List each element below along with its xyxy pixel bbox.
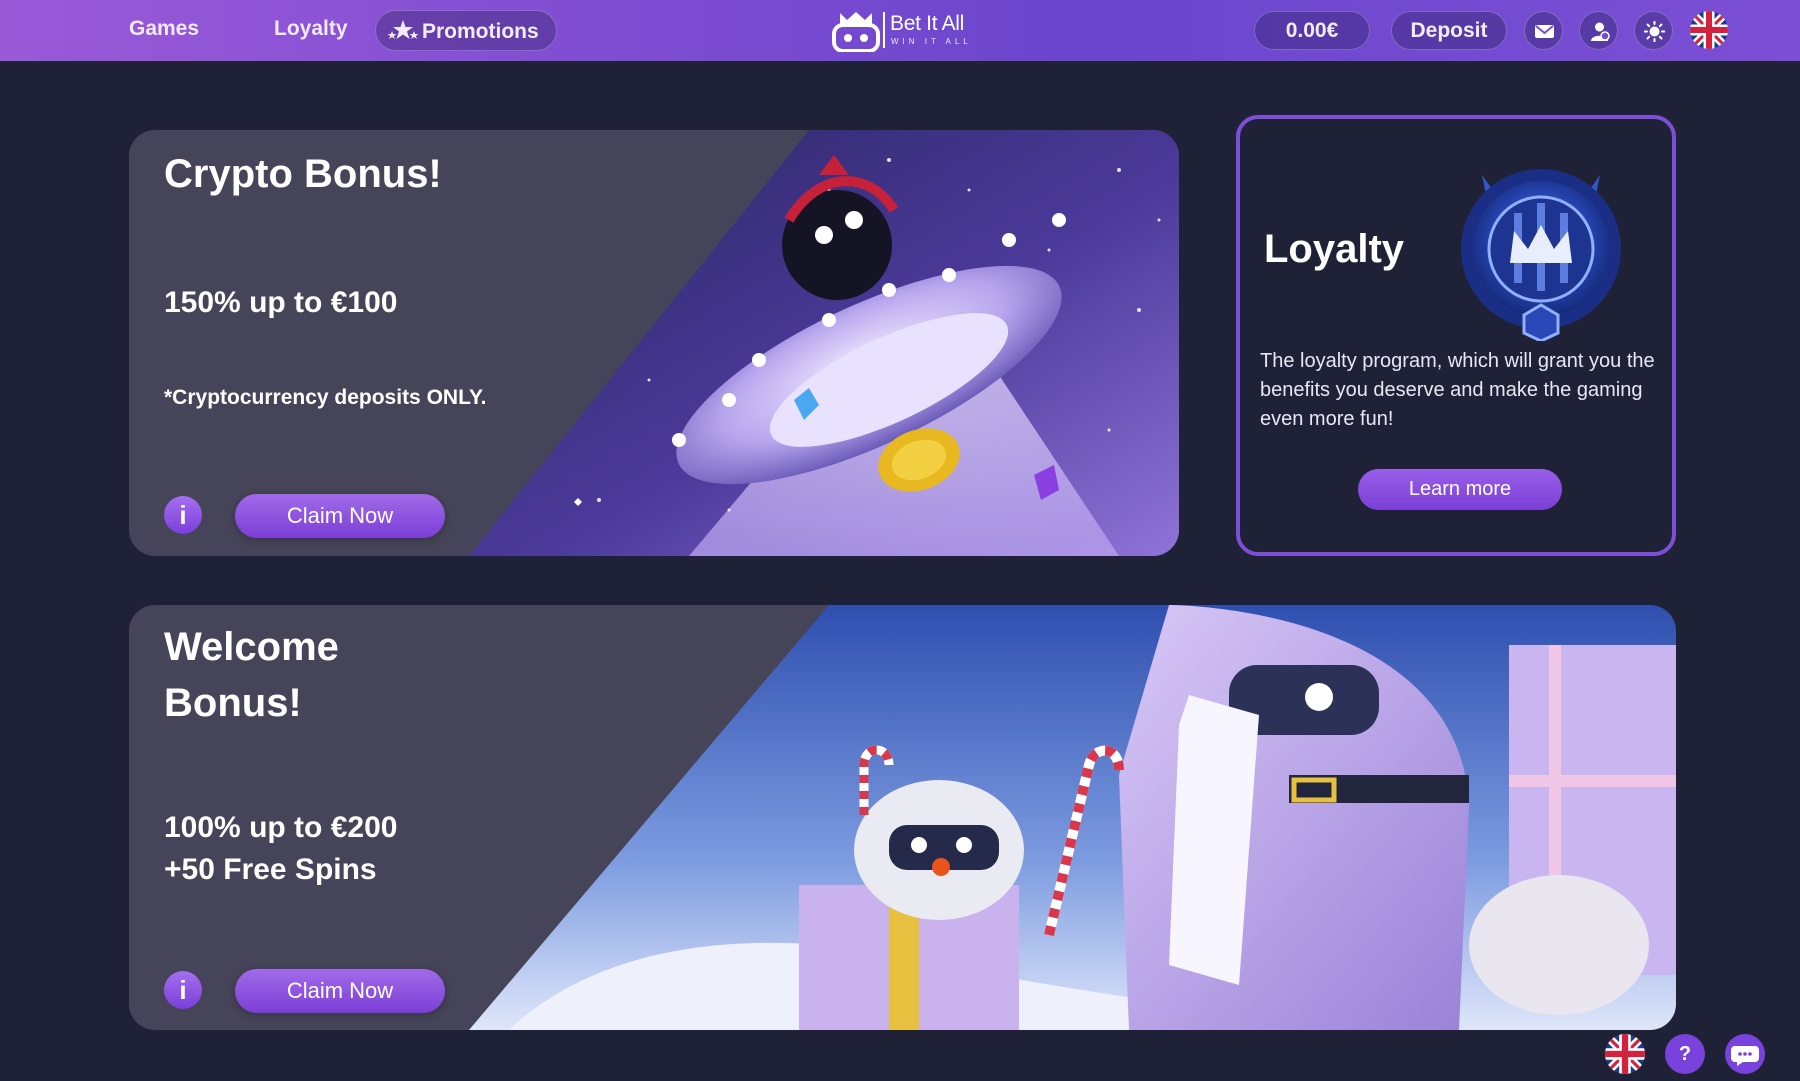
help-icon: ? (1678, 1043, 1692, 1065)
promo-card-welcome-bonus: Welcome Bonus! 100% up to €200 +50 Free … (129, 605, 1676, 1030)
chat-icon (1731, 1046, 1759, 1066)
loyalty-title: Loyalty (1264, 227, 1405, 271)
robot-crown-logo-icon (832, 12, 880, 52)
promo-title: Crypto Bonus! (164, 152, 442, 196)
nav-promotions-label: Promotions (422, 20, 539, 43)
live-chat-button[interactable] (1725, 1034, 1765, 1074)
promo-info-button[interactable]: i (164, 971, 202, 1009)
messages-button[interactable] (1524, 11, 1563, 50)
promo-card-crypto-bonus: Crypto Bonus! 150% up to €100 *Cryptocur… (129, 130, 1179, 556)
loyalty-crown-badge-icon (1461, 169, 1621, 341)
promo-info-button[interactable]: i (164, 496, 202, 534)
balance-display[interactable]: 0.00€ (1254, 11, 1370, 50)
promo-title-line-2: Bonus! (164, 681, 302, 725)
profile-button[interactable] (1579, 11, 1618, 50)
site-logo[interactable]: Bet It All WIN IT ALL (830, 8, 980, 52)
claim-now-button[interactable]: Claim Now (235, 969, 445, 1013)
nav-promotions[interactable]: Promotions (375, 10, 557, 51)
logo-name: Bet It All (890, 12, 965, 35)
profile-icon (1591, 22, 1610, 41)
theme-toggle-button[interactable] (1634, 11, 1673, 50)
logo-divider (883, 12, 885, 48)
learn-more-button[interactable]: Learn more (1358, 469, 1562, 510)
top-navigation-bar: Games Loyalty Promotions Bet It All WIN … (0, 0, 1800, 61)
promo-offer-line-2: +50 Free Spins (164, 853, 377, 886)
floating-language-selector[interactable] (1605, 1034, 1645, 1074)
language-selector[interactable] (1690, 11, 1728, 49)
stars-icon (387, 20, 419, 39)
nav-games[interactable]: Games (129, 17, 199, 41)
theme-toggle-icon (1644, 21, 1665, 42)
loyalty-description: The loyalty program, which will grant yo… (1260, 350, 1655, 430)
mail-icon (1535, 25, 1554, 38)
uk-flag-icon (1605, 1034, 1645, 1074)
nav-loyalty[interactable]: Loyalty (274, 17, 348, 41)
promo-title-line-1: Welcome (164, 625, 339, 669)
logo-tagline: WIN IT ALL (891, 37, 972, 46)
deposit-button[interactable]: Deposit (1391, 11, 1507, 50)
uk-flag-icon (1690, 11, 1728, 49)
promo-offer: 150% up to €100 (164, 286, 398, 319)
claim-now-button[interactable]: Claim Now (235, 494, 445, 538)
help-button[interactable]: ? (1665, 1034, 1705, 1074)
promo-terms-note: *Cryptocurrency deposits ONLY. (164, 386, 487, 409)
promo-offer-line-1: 100% up to €200 (164, 811, 398, 844)
loyalty-card: Loyalty The loyalty program, which will … (1236, 115, 1676, 556)
